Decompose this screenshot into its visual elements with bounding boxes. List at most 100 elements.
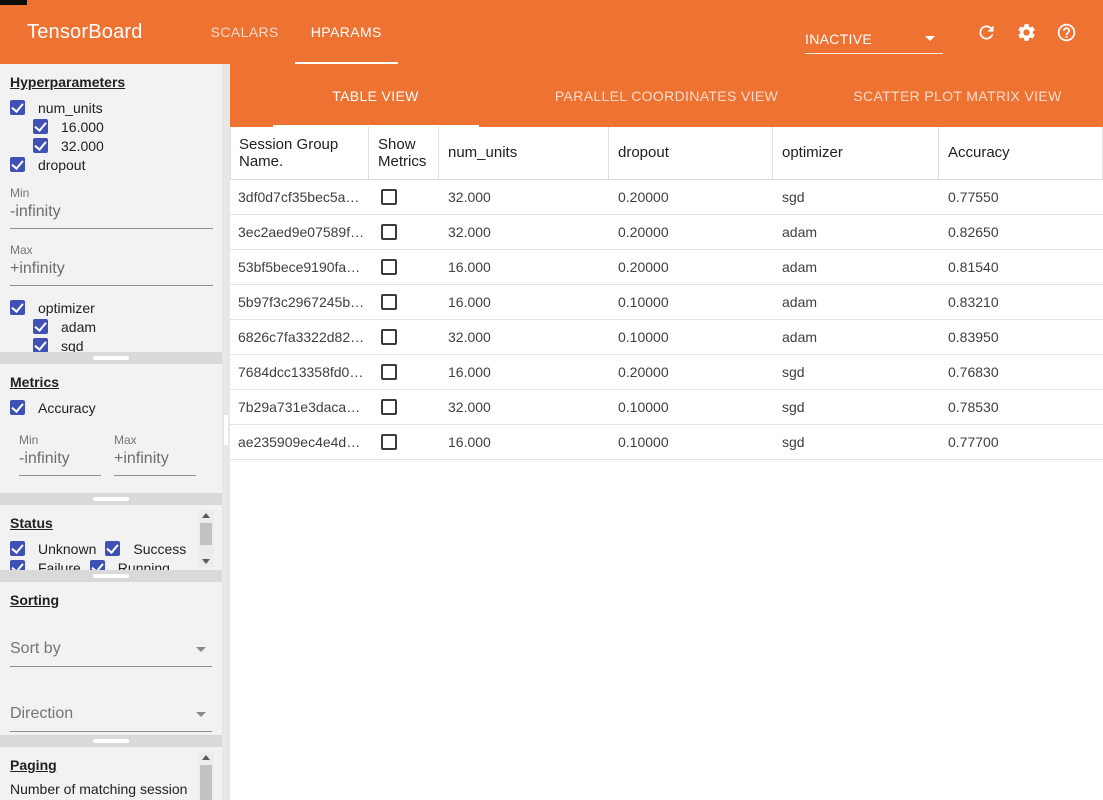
paging-scrollbar[interactable]: [198, 752, 214, 800]
dashboard-tab[interactable]: HPARAMS: [295, 0, 398, 64]
column-header-dropout[interactable]: dropout: [609, 127, 773, 179]
unchecked-checkbox-icon[interactable]: [381, 294, 397, 310]
hparam-checkbox-row[interactable]: dropout: [10, 155, 212, 174]
section-resize-divider[interactable]: [0, 352, 222, 364]
status-scrollbar[interactable]: [198, 510, 214, 567]
view-tab[interactable]: SCATTER PLOT MATRIX VIEW: [812, 64, 1103, 127]
accuracy-cell: 0.82650: [939, 224, 1103, 240]
column-header-session-group-name[interactable]: Session Group Name.: [230, 127, 369, 179]
unchecked-checkbox-icon[interactable]: [381, 224, 397, 240]
checked-checkbox-icon[interactable]: [10, 300, 25, 315]
column-header-optimizer[interactable]: optimizer: [773, 127, 939, 179]
optimizer-cell: adam: [773, 329, 939, 345]
section-resize-divider[interactable]: [0, 493, 222, 505]
checked-checkbox-icon[interactable]: [33, 319, 48, 334]
table-row[interactable]: 53bf5bece9190fa… 16.000 0.20000 adam 0.8…: [230, 250, 1103, 285]
checked-checkbox-icon[interactable]: [10, 560, 25, 570]
unchecked-checkbox-icon[interactable]: [381, 434, 397, 450]
checked-checkbox-icon[interactable]: [10, 157, 25, 172]
hparam-checkbox-label: optimizer: [38, 300, 95, 316]
checked-checkbox-icon[interactable]: [10, 100, 25, 115]
hparam-checkbox-row[interactable]: optimizer: [10, 298, 212, 317]
unchecked-checkbox-icon[interactable]: [381, 399, 397, 415]
view-tab[interactable]: TABLE VIEW: [230, 64, 521, 127]
section-resize-divider[interactable]: [0, 735, 222, 747]
unchecked-checkbox-icon[interactable]: [381, 259, 397, 275]
checked-checkbox-icon[interactable]: [33, 138, 48, 153]
refresh-icon[interactable]: [976, 22, 997, 43]
table-row[interactable]: ae235909ec4e4d… 16.000 0.10000 sgd 0.777…: [230, 425, 1103, 460]
optimizer-checkbox-list: optimizer adam sgd: [10, 298, 212, 352]
metrics-checkbox-list: Accuracy: [10, 398, 212, 417]
scrollbar-track[interactable]: [198, 521, 214, 556]
min-input[interactable]: -infinity: [19, 447, 101, 476]
checked-checkbox-icon[interactable]: [90, 560, 105, 570]
metric-checkbox-row[interactable]: Accuracy: [10, 398, 212, 417]
unchecked-checkbox-icon[interactable]: [381, 189, 397, 205]
table-row[interactable]: 6826c7fa3322d82… 32.000 0.10000 adam 0.8…: [230, 320, 1103, 355]
dropout-cell: 0.10000: [609, 434, 773, 450]
table-row[interactable]: 7b29a731e3daca… 32.000 0.10000 sgd 0.785…: [230, 390, 1103, 425]
help-icon[interactable]: [1056, 22, 1077, 43]
column-header-show-metrics[interactable]: Show Metrics: [369, 127, 439, 179]
scroll-up-icon[interactable]: [198, 510, 214, 521]
hparam-checkbox-row[interactable]: sgd: [10, 336, 212, 352]
section-resize-divider[interactable]: [0, 570, 222, 582]
content-area: Hyperparameters num_units 16.000 32.000 …: [0, 64, 1103, 800]
num-units-cell: 16.000: [439, 434, 609, 450]
scrollbar-track[interactable]: [198, 763, 214, 800]
column-header-num-units[interactable]: num_units: [439, 127, 609, 179]
direction-placeholder: Direction: [10, 705, 73, 723]
scrollbar-thumb[interactable]: [200, 765, 212, 800]
drag-handle: [93, 739, 129, 743]
status-checkbox-label: Running: [118, 560, 170, 571]
sidebar-resize-gutter[interactable]: [222, 64, 230, 800]
num-units-cell: 32.000: [439, 189, 609, 205]
hparam-checkbox-row[interactable]: 32.000: [10, 136, 212, 155]
checked-checkbox-icon[interactable]: [10, 400, 25, 415]
column-header-accuracy[interactable]: Accuracy: [939, 127, 1103, 179]
unchecked-checkbox-icon[interactable]: [381, 329, 397, 345]
dropout-cell: 0.20000: [609, 259, 773, 275]
table-row[interactable]: 5b97f3c2967245b… 16.000 0.10000 adam 0.8…: [230, 285, 1103, 320]
hparam-checkbox-row[interactable]: adam: [10, 317, 212, 336]
checked-checkbox-icon[interactable]: [10, 541, 25, 556]
hparam-checkbox-row[interactable]: num_units: [10, 98, 212, 117]
checked-checkbox-icon[interactable]: [33, 338, 48, 352]
table-row[interactable]: 3ec2aed9e07589f… 32.000 0.20000 adam 0.8…: [230, 215, 1103, 250]
sort-by-select[interactable]: Sort by: [10, 636, 212, 667]
dropout-cell: 0.20000: [609, 364, 773, 380]
max-input[interactable]: +infinity: [10, 257, 213, 286]
scrollbar-thumb[interactable]: [200, 523, 212, 545]
table-row[interactable]: 3df0d7cf35bec5a… 32.000 0.20000 sgd 0.77…: [230, 180, 1103, 215]
show-metrics-cell: [369, 364, 439, 380]
status-checkbox-row[interactable]: Success: [105, 539, 186, 558]
gear-icon[interactable]: [1016, 22, 1037, 43]
checked-checkbox-icon[interactable]: [33, 119, 48, 134]
scroll-up-icon[interactable]: [198, 752, 214, 763]
min-input[interactable]: -infinity: [10, 200, 213, 229]
checked-checkbox-icon[interactable]: [105, 541, 120, 556]
optimizer-cell: adam: [773, 224, 939, 240]
sorting-title: Sorting: [10, 592, 212, 608]
status-checkbox-row[interactable]: Running: [90, 558, 170, 570]
sorting-section: Sorting Sort by Direction: [0, 582, 222, 735]
session-group-name-cell: 3df0d7cf35bec5a…: [230, 189, 369, 205]
optimizer-cell: sgd: [773, 399, 939, 415]
unchecked-checkbox-icon[interactable]: [381, 364, 397, 380]
hparam-checkbox-row[interactable]: 16.000: [10, 117, 212, 136]
inactive-dashboards-select[interactable]: INACTIVE: [805, 24, 943, 54]
num-units-cell: 16.000: [439, 259, 609, 275]
view-tab[interactable]: PARALLEL COORDINATES VIEW: [521, 64, 812, 127]
table-row[interactable]: 7684dcc13358fd0… 16.000 0.20000 sgd 0.76…: [230, 355, 1103, 390]
status-checkbox-row[interactable]: Unknown: [10, 539, 96, 558]
scroll-down-icon[interactable]: [198, 556, 214, 567]
drag-handle: [93, 574, 129, 578]
session-group-name-cell: ae235909ec4e4d…: [230, 434, 369, 450]
max-input[interactable]: +infinity: [114, 447, 196, 476]
show-metrics-cell: [369, 294, 439, 310]
status-checkbox-row[interactable]: Failure: [10, 558, 81, 570]
dropout-cell: 0.10000: [609, 294, 773, 310]
dashboard-tab[interactable]: SCALARS: [195, 0, 295, 64]
direction-select[interactable]: Direction: [10, 701, 212, 732]
